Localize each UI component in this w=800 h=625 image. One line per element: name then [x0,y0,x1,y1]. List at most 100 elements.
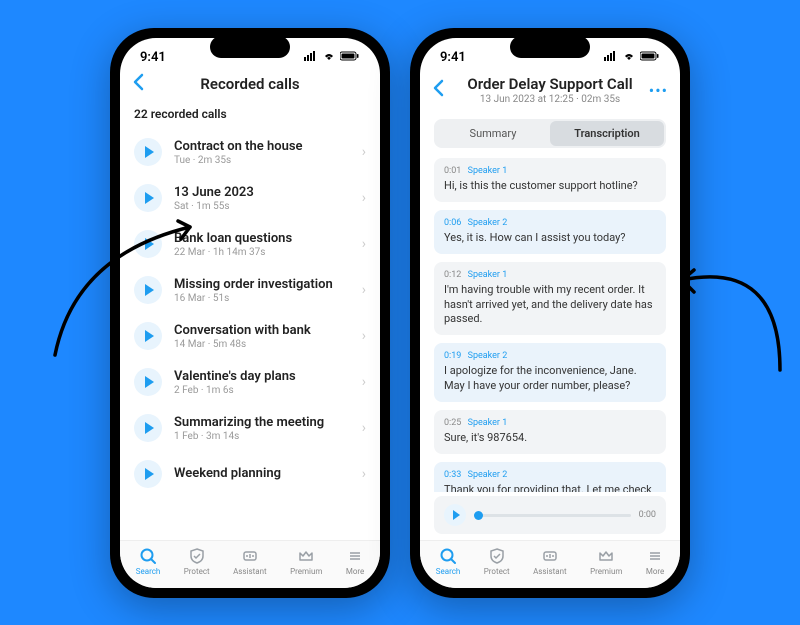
call-item[interactable]: Weekend planning › [120,451,380,497]
tab-protect[interactable]: Protect [184,547,210,576]
play-icon[interactable] [134,230,162,258]
battery-icon [340,50,360,65]
play-icon[interactable] [134,460,162,488]
tab-label: Search [136,567,161,576]
call-item[interactable]: Conversation with bank 14 Mar · 5m 48s › [120,313,380,359]
tab-protect[interactable]: Protect [484,547,510,576]
bubble-text: I'm having trouble with my recent order.… [444,283,656,328]
chevron-right-icon: › [362,374,366,390]
progress-bar[interactable] [474,514,631,517]
bubble-text: Hi, is this the customer support hotline… [444,179,656,194]
tab-bar: Search Protect Assistant Premium More [420,540,680,588]
transcript-list[interactable]: 0:01 Speaker 1 Hi, is this the customer … [420,158,680,492]
chevron-right-icon: › [362,282,366,298]
nav-bar: Recorded calls [120,69,380,101]
play-icon[interactable] [134,414,162,442]
tab-more[interactable]: More [646,547,664,576]
notch [210,36,290,58]
shield-icon [188,547,206,565]
tab-label: Protect [184,567,210,576]
call-title: Missing order investigation [174,277,350,292]
signal-icon [604,50,618,65]
call-title: Valentine's day plans [174,369,350,384]
call-item[interactable]: Summarizing the meeting 1 Feb · 3m 14s › [120,405,380,451]
call-subtitle: 14 Mar · 5m 48s [174,339,350,350]
tab-label: Premium [290,567,322,576]
play-button[interactable] [444,504,466,526]
notch [510,36,590,58]
bubble-text: I apologize for the inconvenience, Jane.… [444,364,656,394]
back-button[interactable] [432,78,444,102]
bubble-text: Thank you for providing that. Let me che… [444,483,656,492]
back-button[interactable] [132,72,144,96]
call-item[interactable]: Missing order investigation 16 Mar · 51s… [120,267,380,313]
play-icon[interactable] [134,276,162,304]
call-item[interactable]: Contract on the house Tue · 2m 35s › [120,129,380,175]
more-icon [646,547,664,565]
nav-bar: Order Delay Support Call 13 Jun 2023 at … [420,69,680,113]
play-icon[interactable] [134,138,162,166]
phone-right-frame: 9:41 Order Delay Support Call 13 Jun 202… [410,28,690,598]
tab-transcription[interactable]: Transcription [550,121,664,146]
call-subtitle: 2 Feb · 1m 6s [174,385,350,396]
call-subtitle: 22 Mar · 1h 14m 37s [174,247,350,258]
play-icon[interactable] [134,368,162,396]
tab-search[interactable]: Search [436,547,461,576]
screen-left: 9:41 Recorded calls 22 recorded cal [120,38,380,588]
play-icon[interactable] [134,322,162,350]
call-title: Contract on the house [174,139,350,154]
wifi-icon [622,50,636,65]
transcript-bubble: 0:19 Speaker 2 I apologize for the incon… [434,343,666,402]
bubble-text: Yes, it is. How can I assist you today? [444,231,656,246]
call-title: Conversation with bank [174,323,350,338]
call-subtitle: Sat · 1m 55s [174,201,350,212]
more-button[interactable]: ••• [649,81,668,100]
battery-icon [640,50,660,65]
tab-bar: Search Protect Assistant Premium More [120,540,380,588]
transcript-bubble: 0:06 Speaker 2 Yes, it is. How can I ass… [434,210,666,254]
phone-left-frame: 9:41 Recorded calls 22 recorded cal [110,28,390,598]
progress-thumb[interactable] [474,511,483,520]
tab-search[interactable]: Search [136,547,161,576]
audio-player: 0:00 [434,496,666,534]
call-subtitle: 1 Feb · 3m 14s [174,431,350,442]
transcript-bubble: 0:01 Speaker 1 Hi, is this the customer … [434,158,666,202]
list-count: 22 recorded calls [120,101,380,129]
tab-label: Assistant [533,567,567,576]
recorded-calls-list[interactable]: Contract on the house Tue · 2m 35s › 13 … [120,129,380,540]
player-time: 0:00 [639,510,656,520]
call-item[interactable]: Valentine's day plans 2 Feb · 1m 6s › [120,359,380,405]
search-icon [439,547,457,565]
more-icon [346,547,364,565]
tab-label: More [346,567,364,576]
tab-label: Premium [590,567,622,576]
segment-control: Summary Transcription [434,119,666,148]
chevron-right-icon: › [362,466,366,482]
tab-label: More [646,567,664,576]
shield-icon [488,547,506,565]
call-title: Weekend planning [174,466,350,481]
transcript-bubble: 0:25 Speaker 1 Sure, it's 987654. [434,410,666,454]
crown-icon [297,547,315,565]
call-item[interactable]: 13 June 2023 Sat · 1m 55s › [120,175,380,221]
status-time: 9:41 [440,50,466,65]
chevron-right-icon: › [362,420,366,436]
call-title: Summarizing the meeting [174,415,350,430]
call-item[interactable]: Bank loan questions 22 Mar · 1h 14m 37s … [120,221,380,267]
chevron-right-icon: › [362,328,366,344]
status-icons [304,50,360,65]
tab-label: Protect [484,567,510,576]
page-subtitle: 13 Jun 2023 at 12:25 · 02m 35s [467,94,632,105]
call-subtitle: 16 Mar · 51s [174,293,350,304]
tab-summary[interactable]: Summary [436,121,550,146]
play-icon[interactable] [134,184,162,212]
chevron-right-icon: › [362,236,366,252]
call-title: Bank loan questions [174,231,350,246]
tab-premium[interactable]: Premium [590,547,622,576]
tab-assistant[interactable]: Assistant [233,547,267,576]
wifi-icon [322,50,336,65]
tab-more[interactable]: More [346,547,364,576]
screen-right: 9:41 Order Delay Support Call 13 Jun 202… [420,38,680,588]
tab-premium[interactable]: Premium [290,547,322,576]
tab-assistant[interactable]: Assistant [533,547,567,576]
